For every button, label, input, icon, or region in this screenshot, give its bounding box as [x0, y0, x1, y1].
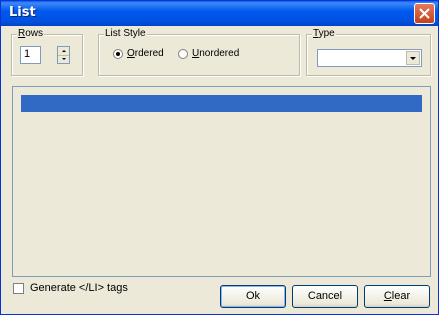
ok-button[interactable]: Ok [220, 285, 286, 308]
ordered-label: Ordered [127, 48, 164, 59]
cancel-button[interactable]: Cancel [292, 285, 358, 308]
window-title: List [9, 5, 36, 20]
rows-spinner[interactable] [57, 46, 70, 64]
unordered-radio-dot[interactable] [178, 49, 188, 59]
generate-li-checkbox[interactable] [13, 283, 24, 294]
spin-down-icon[interactable] [58, 55, 69, 63]
list-style-group: List Style Ordered Unordered [98, 28, 300, 76]
list-dialog: List Rows 1 List Style Ordered Unordered… [0, 0, 439, 315]
list-items-box[interactable] [12, 86, 431, 277]
type-select[interactable] [317, 49, 422, 67]
rows-label: Rows [17, 28, 45, 40]
list-item-selected[interactable] [21, 95, 422, 112]
chevron-down-icon[interactable] [406, 51, 420, 65]
title-bar[interactable]: List [1, 1, 438, 26]
unordered-label: Unordered [192, 48, 240, 59]
type-group: Type [306, 28, 431, 76]
generate-li-label: Generate </LI> tags [30, 282, 128, 294]
rows-input[interactable]: 1 [20, 46, 41, 64]
type-label: Type [312, 28, 336, 40]
ordered-radio-dot[interactable] [113, 49, 123, 59]
close-button[interactable] [414, 3, 435, 24]
close-icon [419, 8, 430, 19]
clear-button[interactable]: Clear [364, 285, 430, 308]
list-style-label: List Style [104, 28, 147, 40]
rows-group: Rows 1 [11, 28, 83, 76]
